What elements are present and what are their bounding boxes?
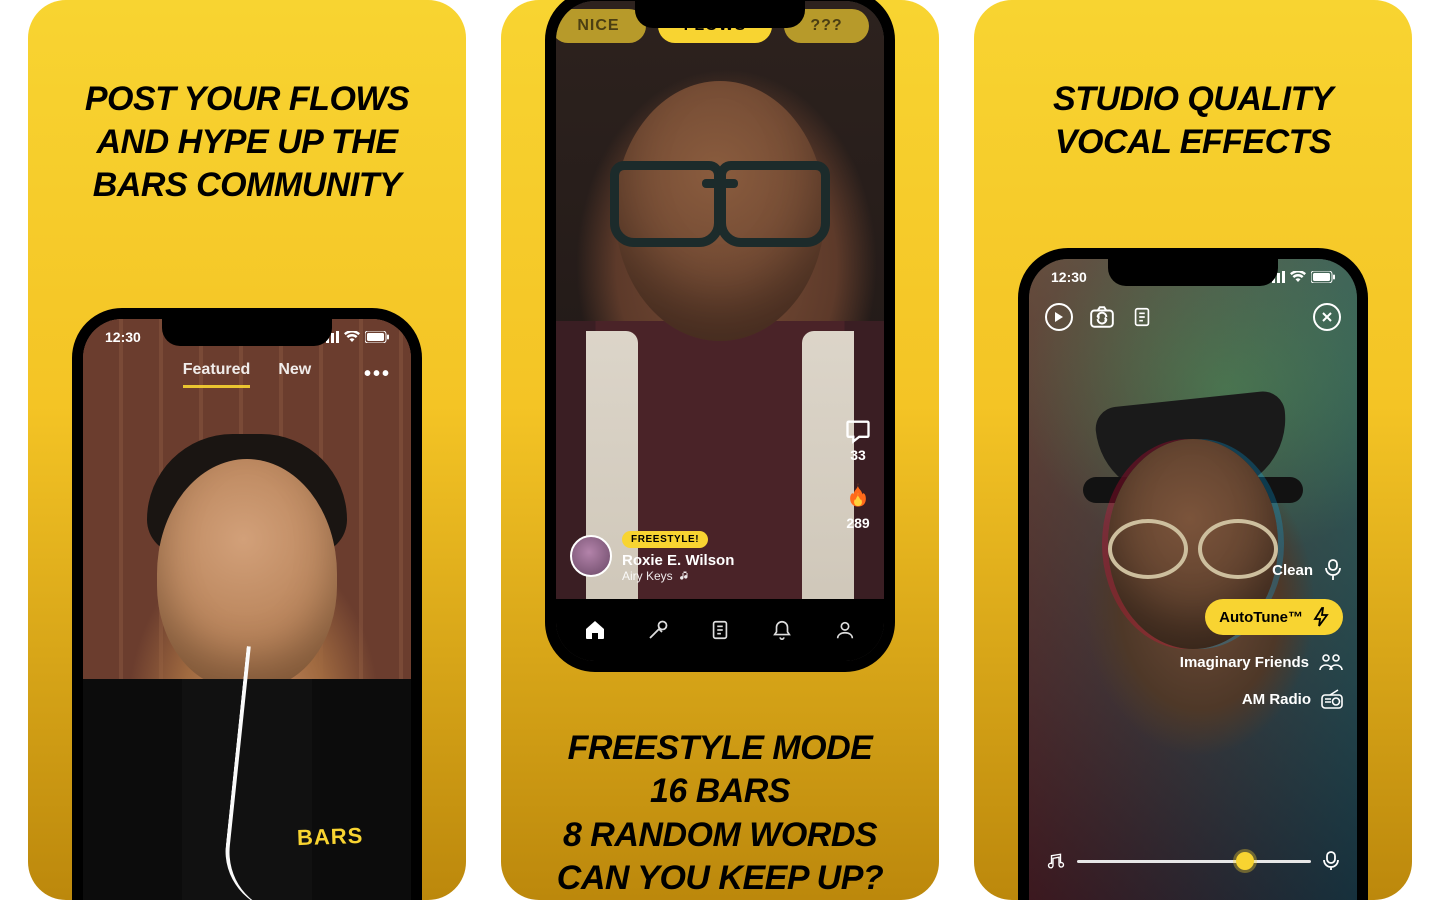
lyrics-sheet-icon[interactable] — [1131, 305, 1153, 329]
promo-panel-3: STUDIO QUALITY VOCAL EFFECTS 12:30 — [974, 0, 1412, 900]
fire-count: 289 — [846, 515, 869, 531]
nav-profile-icon[interactable] — [832, 617, 858, 643]
engagement-rail: 33 289 — [844, 417, 872, 531]
radio-icon — [1321, 689, 1343, 709]
freestyle-badge: FREESTYLE! — [622, 531, 708, 548]
effect-am-radio[interactable]: AM Radio — [1242, 689, 1343, 709]
phone-mock-3: 12:30 — [1018, 248, 1368, 900]
screen-effects: 12:30 — [1029, 259, 1357, 900]
comments-button[interactable]: 33 — [844, 417, 872, 463]
bottom-nav — [556, 599, 884, 661]
phone-mock-1: BARS 12:30 Featured New — [72, 308, 422, 900]
post-meta: FREESTYLE! Roxie E. Wilson Airy Keys — [570, 529, 734, 583]
mic-icon — [1323, 851, 1339, 871]
battery-icon — [365, 331, 389, 343]
feed-tabs: Featured New — [83, 361, 411, 388]
promo-panel-1: POST YOUR FLOWS AND HYPE UP THE BARS COM… — [28, 0, 466, 900]
tab-new[interactable]: New — [278, 361, 311, 388]
screen-freestyle: NICE FLOWS ??? 33 289 — [556, 1, 884, 661]
fire-button[interactable]: 289 — [844, 483, 872, 531]
avatar[interactable] — [570, 535, 612, 577]
screen-feed: BARS 12:30 Featured New — [83, 319, 411, 900]
slider-knob[interactable] — [1236, 852, 1254, 870]
phone-mock-2: NICE FLOWS ??? 33 289 — [545, 0, 895, 672]
nav-mic-icon[interactable] — [645, 617, 671, 643]
wifi-icon — [344, 331, 360, 343]
pill-nice[interactable]: NICE — [556, 9, 646, 43]
slider-track[interactable] — [1077, 860, 1311, 863]
panel-1-headline: POST YOUR FLOWS AND HYPE UP THE BARS COM… — [28, 0, 466, 208]
comment-icon — [844, 417, 872, 445]
phone-notch — [1108, 258, 1278, 286]
panel-2-headline: FREESTYLE MODE 16 BARS 8 RANDOM WORDS CA… — [501, 727, 939, 900]
effect-clean[interactable]: Clean — [1272, 559, 1343, 581]
fire-icon — [844, 483, 872, 513]
wifi-icon — [1290, 271, 1306, 283]
comments-count: 33 — [850, 447, 866, 463]
music-note-icon — [679, 570, 691, 582]
nav-notifications-icon[interactable] — [769, 617, 795, 643]
play-button[interactable] — [1045, 303, 1073, 331]
brand-wordmark: BARS — [296, 823, 363, 851]
phone-notch — [162, 318, 332, 346]
music-icon — [1047, 852, 1065, 870]
effect-imaginary-friends[interactable]: Imaginary Friends — [1180, 653, 1343, 671]
flip-camera-icon[interactable] — [1089, 305, 1115, 329]
nav-lyrics-icon[interactable] — [707, 617, 733, 643]
editor-topbar — [1029, 303, 1357, 331]
clean-icon — [1323, 559, 1343, 581]
effect-autotune[interactable]: AutoTune™ — [1205, 599, 1343, 635]
tab-featured[interactable]: Featured — [183, 361, 251, 388]
mix-slider[interactable] — [1047, 851, 1339, 871]
nav-home-icon[interactable] — [582, 617, 608, 643]
panel-3-headline: STUDIO QUALITY VOCAL EFFECTS — [974, 0, 1412, 164]
more-button[interactable]: ••• — [364, 363, 391, 386]
close-button[interactable] — [1313, 303, 1341, 331]
status-time: 12:30 — [105, 329, 141, 345]
phone-notch — [635, 0, 805, 28]
battery-icon — [1311, 271, 1335, 283]
track-name[interactable]: Airy Keys — [622, 569, 734, 583]
bolt-icon — [1313, 607, 1329, 627]
group-icon — [1319, 653, 1343, 671]
voice-effects-list: Clean AutoTune™ Imaginary Friends — [1180, 559, 1343, 709]
username[interactable]: Roxie E. Wilson — [622, 552, 734, 569]
status-time: 12:30 — [1051, 269, 1087, 285]
promo-panel-2: NICE FLOWS ??? 33 289 — [501, 0, 939, 900]
